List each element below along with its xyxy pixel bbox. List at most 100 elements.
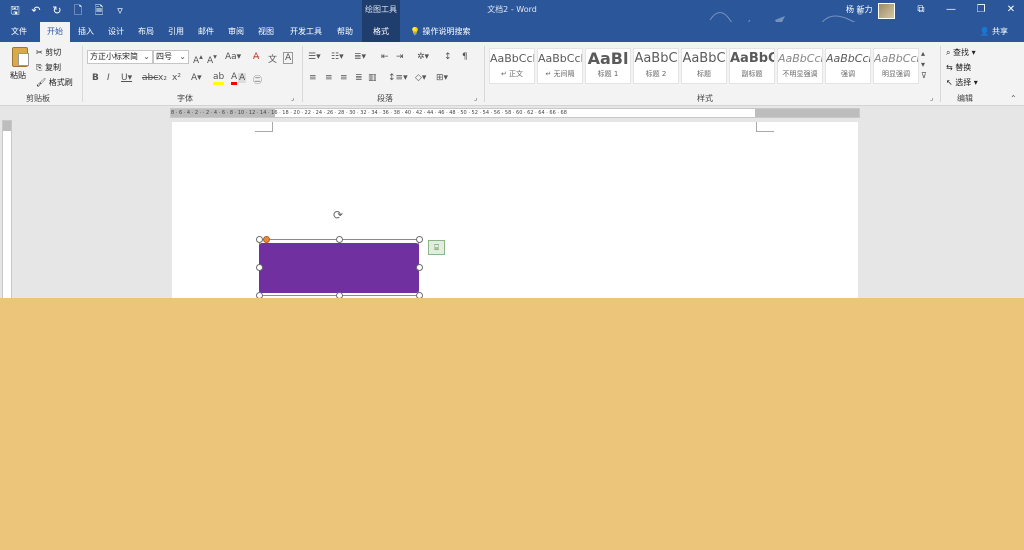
multilevel-list-icon[interactable]: ≣▾ [354,52,366,62]
clear-format-icon[interactable]: A̶ [253,52,259,62]
tab-home[interactable]: 开始 [40,22,70,42]
increase-indent-icon[interactable]: ⇥ [396,52,404,62]
align-right-icon[interactable]: ≡ [340,73,348,83]
strikethrough-icon[interactable]: abc [142,73,158,83]
resize-handle-nw[interactable] [256,236,263,243]
replace-button[interactable]: ⇆ 替换 [946,62,971,73]
save-icon[interactable]: 🖫 [8,2,22,20]
justify-icon[interactable]: ≣ [355,73,363,83]
tab-format[interactable]: 格式 [362,22,400,42]
phonetic-guide-icon[interactable]: 文 [268,52,277,65]
align-center-icon[interactable]: ≡ [325,73,333,83]
vertical-ruler[interactable] [2,120,12,298]
ribbon-display-icon[interactable]: ⧉ [914,0,928,20]
numbering-icon[interactable]: ☷▾ [331,52,344,62]
char-border-icon[interactable]: A [283,52,294,64]
adjust-handle[interactable] [263,236,270,243]
font-group-label: 字体 [177,94,193,103]
avatar[interactable] [878,3,895,19]
redo-icon[interactable]: ↻ [50,2,64,20]
font-dialog-launcher-icon[interactable]: ⌟ [291,94,294,102]
show-marks-icon[interactable]: ¶ [462,52,468,62]
horizontal-ruler[interactable]: 8 · 6 · 4 · 2 · · 2 · 4 · 6 · 8 · 10 · 1… [170,108,860,118]
shading-icon[interactable]: ◇▾ [415,73,426,83]
resize-handle-w[interactable] [256,264,263,271]
resize-handle-e[interactable] [416,264,423,271]
style-tile-intense-emphasis[interactable]: AaBbCcDd 明显强调 [873,48,919,84]
tab-review[interactable]: 审阅 [222,22,250,42]
font-size-combo[interactable]: 四号 ⌄ [153,50,189,64]
align-left-icon[interactable]: ≡ [309,73,317,83]
tab-mailings[interactable]: 邮件 [192,22,220,42]
grow-font-icon[interactable]: A▴ [193,52,203,66]
resize-handle-n[interactable] [336,236,343,243]
tell-me-search[interactable]: 💡 操作说明搜索 [410,22,471,42]
superscript-icon[interactable]: x² [172,73,181,83]
copy-button[interactable]: ⎘ 复制 [36,62,61,73]
tab-layout[interactable]: 布局 [132,22,160,42]
change-case-icon[interactable]: Aa▾ [225,52,241,62]
new-doc-icon[interactable]: 🗋 [71,2,85,20]
underline-icon[interactable]: U▾ [121,73,132,83]
sort-icon[interactable]: ↕ [444,52,452,62]
close-button[interactable]: ✕ [1004,0,1018,20]
customize-qat-icon[interactable]: ▿ [113,2,127,20]
find-button[interactable]: ⌕ 查找 ▾ [946,47,976,58]
text-effects-icon[interactable]: A▾ [191,73,202,83]
shrink-font-icon[interactable]: A▾ [207,52,217,66]
undo-icon[interactable]: ↶ [29,2,43,20]
chinese-layout-icon[interactable]: ✲▾ [417,52,429,62]
collapse-ribbon-icon[interactable]: ⌃ [1010,94,1017,103]
resize-handle-ne[interactable] [416,236,423,243]
select-button[interactable]: ↖ 选择 ▾ [946,77,978,88]
style-tile-normal[interactable]: AaBbCcDd ↵ 正文 [489,48,535,84]
tab-developer[interactable]: 开发工具 [284,22,328,42]
tab-references[interactable]: 引用 [162,22,190,42]
style-tile-heading-2[interactable]: AaBbC 标题 2 [633,48,679,84]
highlight-icon[interactable]: ab [213,73,225,85]
styles-dialog-launcher-icon[interactable]: ⌟ [930,94,933,102]
styles-scroll-icon[interactable]: ▴ ▾ ⊽ [921,48,927,81]
restore-button[interactable]: ❐ [974,0,988,20]
style-tile-subtle-emphasis[interactable]: AaBbCcDd 不明显强调 [777,48,823,84]
style-tile-subtitle[interactable]: AaBbC 副标题 [729,48,775,84]
tab-design[interactable]: 设计 [102,22,130,42]
bullets-icon[interactable]: ☰▾ [308,52,321,62]
char-shading-icon[interactable]: A [238,73,247,83]
line-spacing-icon[interactable]: ↕≡▾ [388,73,408,83]
style-tile-no-spacing[interactable]: AaBbCcDd ↵ 无间隔 [537,48,583,84]
enclose-char-icon[interactable]: ㊁ [253,73,262,86]
borders-icon[interactable]: ⊞▾ [436,73,448,83]
layout-options-icon[interactable]: ⌸ [428,240,445,255]
share-button[interactable]: 👤 共享 [979,22,1008,42]
rotate-handle-icon[interactable]: ⟳ [333,208,343,222]
print-preview-icon[interactable]: 🗎 [92,2,106,20]
tab-file[interactable]: 文件 [4,22,34,42]
decrease-indent-icon[interactable]: ⇤ [381,52,389,62]
format-painter-button[interactable]: 🖌 格式刷 [36,77,73,88]
bold-icon[interactable]: B [92,73,99,83]
subscript-icon[interactable]: x₂ [158,73,167,83]
purple-shape[interactable] [259,243,419,293]
tab-view[interactable]: 视图 [252,22,280,42]
minimize-button[interactable]: — [944,0,958,20]
font-name-combo[interactable]: 方正小标宋简 ⌄ [87,50,153,64]
cut-label: 剪切 [45,48,62,57]
distributed-icon[interactable]: ▥ [368,73,377,83]
paste-button[interactable]: 粘贴 [10,70,26,81]
style-preview: AaBbC [634,51,678,66]
username[interactable]: 杨 新力 [846,0,873,20]
tell-me-label: 操作说明搜索 [422,27,471,36]
cut-button[interactable]: ✂ 剪切 [36,47,61,58]
font-color-icon[interactable]: A [231,73,238,85]
tab-help[interactable]: 帮助 [332,22,358,42]
paragraph-dialog-launcher-icon[interactable]: ⌟ [474,94,477,102]
italic-icon[interactable]: I [107,73,110,83]
clipboard-group-label: 剪贴板 [26,94,50,103]
paste-icon[interactable] [12,47,29,67]
search-icon: ⌕ [946,48,951,57]
style-tile-heading-1[interactable]: AaBl 标题 1 [585,48,631,84]
style-tile-emphasis[interactable]: AaBbCcDd 强调 [825,48,871,84]
style-tile-title[interactable]: AaBbC 标题 [681,48,727,84]
tab-insert[interactable]: 插入 [72,22,100,42]
